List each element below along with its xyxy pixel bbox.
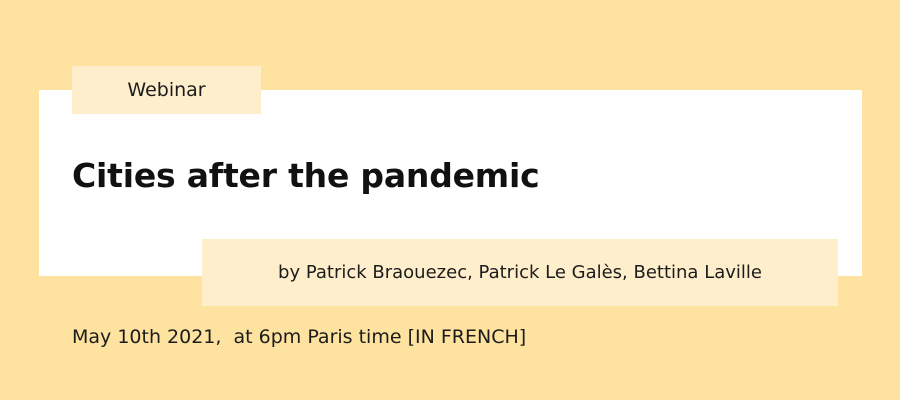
event-title: Cities after the pandemic bbox=[72, 156, 540, 195]
event-datetime: May 10th 2021, at 6pm Paris time [IN FRE… bbox=[72, 326, 527, 348]
webinar-tag: Webinar bbox=[72, 66, 261, 114]
event-authors: by Patrick Braouezec, Patrick Le Galès, … bbox=[202, 239, 838, 306]
